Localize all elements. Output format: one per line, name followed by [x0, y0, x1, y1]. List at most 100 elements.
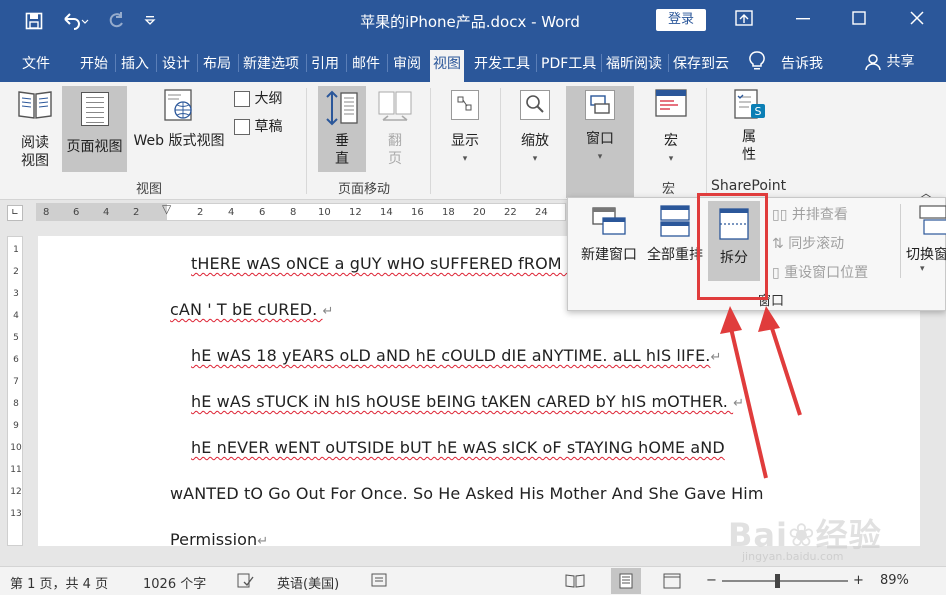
share-label: 共享	[886, 54, 915, 70]
tab-insert[interactable]: 插入	[121, 53, 149, 73]
show-button[interactable]: 显示 ▾	[440, 88, 490, 172]
switch-windows-button[interactable]: 切换窗 ▾	[906, 204, 946, 278]
watermark-url: jingyan.baidu.com	[742, 550, 844, 563]
side-to-side-button[interactable]: 翻 页	[372, 88, 418, 172]
macros-button[interactable]: 宏 ▾	[646, 88, 696, 172]
view-side-by-side-button[interactable]: ▯▯ 并排查看	[772, 204, 848, 224]
maximize-icon[interactable]	[846, 10, 872, 32]
login-button[interactable]: 登录	[656, 9, 706, 31]
properties-label-2: 性	[742, 147, 756, 163]
tab-separator	[238, 54, 239, 72]
save-icon[interactable]	[24, 12, 44, 32]
zoom-button[interactable]: 缩放 ▾	[510, 88, 560, 172]
tab-new-option[interactable]: 新建选项	[243, 53, 299, 73]
vertical-button[interactable]: 垂 直	[318, 86, 366, 172]
tell-me-search[interactable]: 告诉我	[781, 53, 823, 73]
ruler-tick: 12	[349, 207, 362, 218]
customize-qat-icon[interactable]	[140, 12, 160, 32]
read-mode-button[interactable]: 阅读 视图	[10, 88, 60, 174]
zoom-slider[interactable]	[722, 574, 848, 588]
tab-save-to-cloud[interactable]: 保存到云	[673, 53, 729, 73]
ruler-tick: 3	[13, 289, 19, 299]
close-icon[interactable]	[904, 10, 930, 32]
tab-layout[interactable]: 布局	[203, 53, 231, 73]
ruler-tick: 2	[13, 267, 19, 277]
tab-references[interactable]: 引用	[311, 53, 339, 73]
tab-selector[interactable]: ∟	[7, 205, 23, 221]
ruler-tick: 4	[228, 207, 235, 218]
ruler-tick: 9	[13, 421, 19, 431]
ruler-tick: 6	[73, 207, 80, 218]
print-layout-button[interactable]: 页面视图	[62, 86, 127, 172]
web-layout-icon[interactable]	[663, 573, 681, 593]
indent-marker-icon[interactable]: ▽	[162, 202, 171, 216]
tab-design[interactable]: 设计	[162, 53, 190, 73]
word-count[interactable]: 1026 个字	[143, 573, 206, 592]
draft-label: 草稿	[254, 119, 283, 135]
tab-review[interactable]: 审阅	[393, 53, 421, 73]
ruler-tick: 8	[290, 207, 297, 218]
tab-home[interactable]: 开始	[80, 53, 108, 73]
ribbon-tabs: 文件 开始 插入 设计 布局 新建选项 引用 邮件 审阅 视图 开发工具 PDF…	[0, 44, 946, 82]
web-page-icon	[161, 88, 197, 122]
outline-button[interactable]: 大纲	[234, 90, 294, 112]
ruler-tick: 8	[13, 399, 19, 409]
ruler-tick: 13	[10, 509, 22, 519]
doc-line-4: hE wAS sTUCK iN hIS hOUSE bEING tAKEN cA…	[191, 392, 744, 411]
ruler-tick: 12	[10, 487, 22, 497]
ruler-tick: 5	[13, 333, 19, 343]
tab-view[interactable]: 视图	[430, 50, 464, 82]
read-mode-icon[interactable]	[565, 573, 585, 593]
proofing-icon[interactable]	[237, 573, 255, 593]
tab-mailings[interactable]: 邮件	[352, 53, 380, 73]
ruler-tick: 2	[133, 207, 140, 218]
new-window-button[interactable]: 新建窗口	[574, 204, 644, 268]
tab-developer[interactable]: 开发工具	[474, 53, 530, 73]
draft-button[interactable]: 草稿	[234, 118, 294, 140]
tab-file[interactable]: 文件	[22, 53, 50, 73]
group-separator	[706, 88, 707, 194]
status-bar: 第 1 页，共 4 页 1026 个字 英语(美国) − + 89%	[0, 566, 946, 595]
reset-window-position-button[interactable]: ▯ 重设窗口位置	[772, 262, 868, 282]
flip-label-1: 翻	[388, 133, 402, 149]
properties-button[interactable]: S 属 性	[722, 88, 776, 172]
switch-windows-icon	[918, 204, 946, 238]
zoom-slider-thumb[interactable]	[775, 574, 781, 588]
web-layout-button[interactable]: Web 版式视图	[129, 88, 229, 172]
zoom-level[interactable]: 89%	[880, 573, 909, 588]
lightbulb-icon[interactable]	[748, 50, 766, 76]
print-layout-icon[interactable]	[611, 568, 641, 594]
side-by-side-icon: ▯▯	[772, 207, 788, 223]
doc-line-7-text: Permission	[170, 530, 258, 549]
ribbon-display-options-icon[interactable]	[731, 10, 757, 32]
minimize-icon[interactable]	[790, 10, 816, 32]
redo-icon[interactable]	[106, 12, 126, 32]
vertical-label-1: 垂	[335, 133, 349, 149]
doc-line-3-text: hE wAS 18 yEARS oLD aND hE cOULD dIE aNY…	[191, 346, 711, 365]
undo-icon[interactable]	[60, 12, 90, 32]
horizontal-ruler[interactable]: 8 6 4 2 ▽ 2 4 6 8 10 12 14 16 18 20 22 2…	[36, 202, 566, 221]
views-group-label: 视图	[136, 182, 163, 197]
ruler-tick: 22	[504, 207, 517, 218]
paragraph-mark: ↵	[322, 304, 334, 319]
window-button[interactable]: 窗口 ▾	[566, 86, 634, 198]
zoom-in-button[interactable]: +	[853, 573, 864, 588]
tab-pdf-tools[interactable]: PDF工具	[541, 53, 596, 73]
page-count[interactable]: 第 1 页，共 4 页	[10, 573, 108, 592]
page-flip-icon	[377, 90, 413, 126]
share-button[interactable]: 共享	[864, 51, 914, 71]
ribbon-view: 阅读 视图 页面视图 Web 版式视图 大纲 草稿 视图 垂 直 翻 页 页面移…	[0, 82, 946, 200]
switch-windows-label: 切换窗	[906, 247, 946, 263]
language[interactable]: 英语(美国)	[277, 573, 339, 592]
tab-foxit[interactable]: 福昕阅读	[606, 53, 662, 73]
tab-separator	[156, 54, 157, 72]
ruler-margin	[37, 204, 167, 220]
macro-record-icon[interactable]	[371, 573, 389, 593]
vertical-ruler[interactable]: 1 2 3 4 5 6 7 8 9 10 11 12 13	[7, 236, 23, 546]
ruler-tick: 8	[43, 207, 50, 218]
synchronous-scrolling-button[interactable]: ⇅ 同步滚动	[772, 233, 844, 253]
ruler-tick: 18	[442, 207, 455, 218]
zoom-out-button[interactable]: −	[706, 573, 717, 588]
show-label: 显示	[451, 133, 479, 149]
ruler-tick: 24	[535, 207, 548, 218]
